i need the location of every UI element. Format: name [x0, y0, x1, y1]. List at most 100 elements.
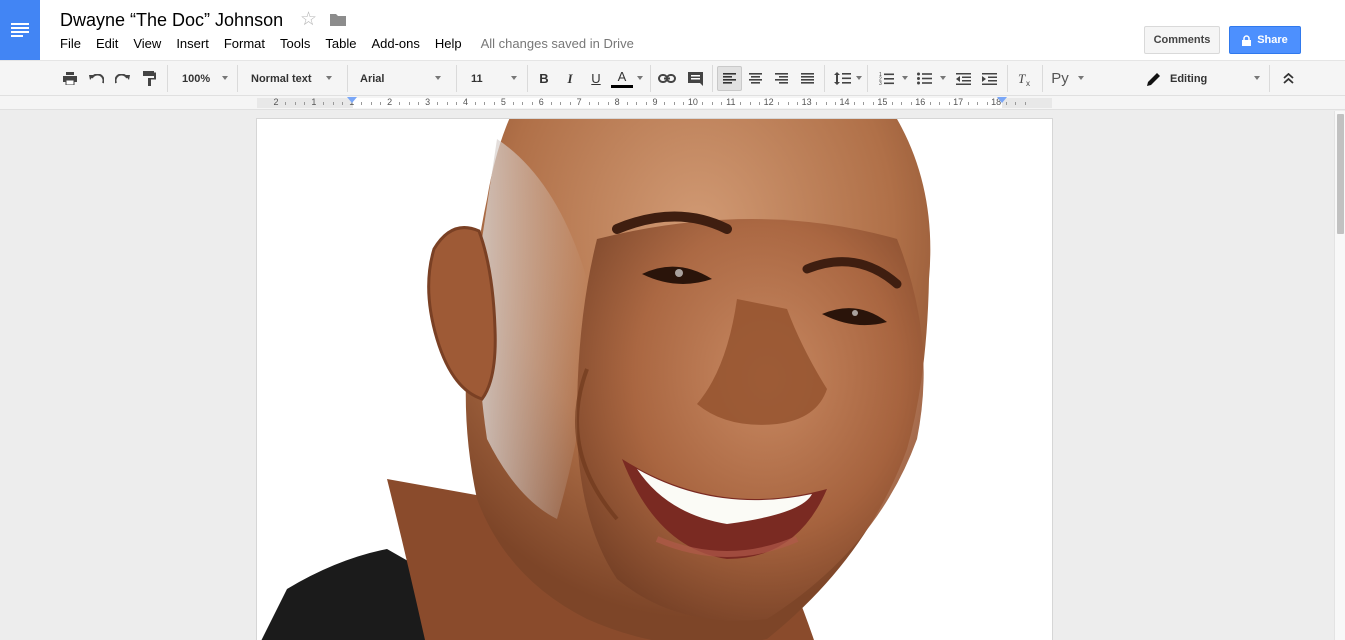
ruler-tick: [361, 102, 363, 105]
menu-table[interactable]: Table: [325, 36, 356, 51]
ruler-tick: [664, 102, 666, 105]
right-indent-marker[interactable]: [997, 97, 1007, 103]
ruler-label: 8: [614, 97, 620, 107]
toolbar-separator: [237, 65, 238, 92]
ruler-label: 9: [652, 97, 658, 107]
line-spacing-button[interactable]: [831, 61, 853, 96]
toolbar-separator: [456, 65, 457, 92]
ruler-tick: [863, 102, 865, 105]
toolbar-separator: [1007, 65, 1008, 92]
svg-text:3: 3: [879, 81, 882, 85]
share-button[interactable]: Share: [1229, 26, 1301, 54]
bold-button[interactable]: B: [534, 61, 554, 96]
ruler-label: 2: [273, 97, 279, 107]
document-page[interactable]: [257, 119, 1052, 640]
ruler-tick: [294, 102, 296, 105]
font-size-value: 11: [471, 72, 483, 85]
ruler-label: 11: [726, 97, 736, 107]
ruler-tick: [825, 102, 827, 105]
menu-format[interactable]: Format: [224, 36, 265, 51]
menu-tools[interactable]: Tools: [280, 36, 310, 51]
underline-button[interactable]: U: [586, 61, 606, 96]
comment-icon: [687, 71, 703, 86]
ruler-tick: [456, 102, 458, 105]
ruler-tick: [323, 102, 325, 105]
ruler-tick: [853, 102, 855, 105]
bulleted-list-button[interactable]: [913, 61, 935, 96]
folder-icon[interactable]: [330, 13, 346, 26]
ruler-label: 3: [425, 97, 431, 107]
print-icon: [63, 72, 77, 85]
text-color-button[interactable]: A: [611, 61, 633, 96]
menu-file[interactable]: File: [60, 36, 81, 51]
ruler-tick: [673, 102, 675, 105]
line-spacing-chevron-down-icon: [856, 76, 862, 80]
ruler-tick: [588, 102, 590, 105]
collapse-icon: [1282, 73, 1294, 84]
ruler-tick: [550, 102, 552, 105]
ruler-tick: [531, 102, 533, 105]
toolbar-separator: [347, 65, 348, 92]
save-status[interactable]: All changes saved in Drive: [481, 36, 634, 51]
input-tools-button[interactable]: Py: [1048, 61, 1072, 96]
docs-home-logo[interactable]: [0, 0, 40, 60]
ruler-label: 14: [839, 97, 850, 107]
menu-edit[interactable]: Edit: [96, 36, 118, 51]
collapse-menus-button[interactable]: [1277, 61, 1299, 96]
insert-link-button[interactable]: [656, 61, 678, 96]
menu-view[interactable]: View: [133, 36, 161, 51]
ruler-tick: [929, 102, 931, 105]
svg-text:T: T: [1018, 72, 1026, 86]
ruler-tick: [607, 102, 609, 105]
ruler-tick: [740, 102, 742, 105]
ruler-tick: [598, 102, 600, 105]
print-button[interactable]: [60, 61, 80, 96]
decrease-indent-button[interactable]: [952, 61, 974, 96]
insert-comment-button[interactable]: [684, 61, 706, 96]
redo-icon: [114, 73, 130, 83]
toolbar-separator: [167, 65, 168, 92]
align-right-button[interactable]: [771, 61, 791, 96]
increase-indent-button[interactable]: [978, 61, 1000, 96]
numbered-list-button[interactable]: 123: [875, 61, 897, 96]
align-center-button[interactable]: [745, 61, 765, 96]
star-icon[interactable]: ☆: [300, 8, 317, 31]
ruler-tick: [683, 102, 685, 105]
align-left-icon: [723, 73, 736, 84]
ruler-tick: [285, 102, 287, 105]
menu-insert[interactable]: Insert: [176, 36, 209, 51]
docs-logo-icon: [11, 21, 29, 39]
scrollbar-thumb[interactable]: [1337, 114, 1344, 234]
ruler-label: 5: [500, 97, 506, 107]
toolbar-separator: [712, 65, 713, 92]
left-indent-marker[interactable]: [347, 97, 357, 103]
menu-add-ons[interactable]: Add-ons: [371, 36, 419, 51]
clear-formatting-button[interactable]: Tx: [1014, 61, 1036, 96]
redo-button[interactable]: [112, 61, 132, 96]
editing-mode-select[interactable]: Editing: [1170, 61, 1260, 96]
inserted-portrait-image[interactable]: [257, 119, 1052, 640]
pencil-icon: [1146, 61, 1162, 96]
undo-button[interactable]: [86, 61, 106, 96]
ruler-right-margin[interactable]: [1002, 98, 1052, 108]
ruler-label: 16: [915, 97, 926, 107]
document-title[interactable]: Dwayne “The Doc” Johnson: [60, 10, 283, 31]
ruler-tick: [759, 102, 761, 105]
app-header: Dwayne “The Doc” Johnson ☆ File Edit Vie…: [0, 0, 1345, 60]
lock-icon: [1242, 34, 1252, 46]
comments-button[interactable]: Comments: [1144, 26, 1220, 54]
paint-format-icon: [142, 71, 156, 86]
italic-button[interactable]: I: [560, 61, 580, 96]
editing-mode-value: Editing: [1170, 72, 1208, 85]
ruler-label: 12: [763, 97, 774, 107]
align-justify-button[interactable]: [797, 61, 817, 96]
align-left-button[interactable]: [717, 66, 742, 91]
vertical-scrollbar[interactable]: [1334, 111, 1345, 640]
ruler-tick: [626, 102, 628, 105]
document-canvas: [0, 111, 1334, 640]
paint-format-button[interactable]: [139, 61, 159, 96]
toolbar-separator: [650, 65, 651, 92]
ruler-tick: [304, 102, 306, 105]
menu-help[interactable]: Help: [435, 36, 462, 51]
ruler-tick: [749, 102, 751, 105]
